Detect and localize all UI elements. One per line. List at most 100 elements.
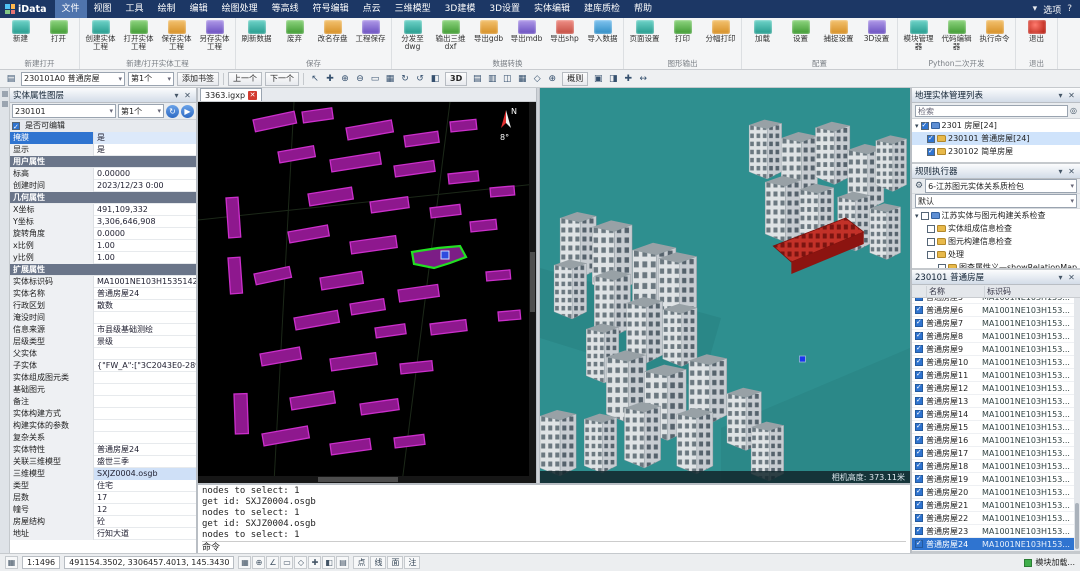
- tree-row[interactable]: ▾ 处理: [912, 248, 1080, 261]
- ribbon-button[interactable]: 3D设置: [858, 19, 895, 58]
- entity-row[interactable]: 普通房屋8 MA1001NE103H153...: [912, 330, 1080, 343]
- layer-toggle[interactable]: 线: [370, 556, 386, 569]
- ribbon-button[interactable]: 分发至dwg: [394, 19, 431, 58]
- ribbon-button[interactable]: 创建实体工程: [82, 19, 119, 58]
- code-filter-combo[interactable]: 230101▾: [12, 104, 116, 118]
- menu-item[interactable]: 文件: [55, 0, 87, 18]
- prev-button[interactable]: 上一个: [228, 72, 262, 86]
- checkbox-icon[interactable]: [915, 540, 923, 548]
- toolbar-icon[interactable]: ⊕: [545, 72, 559, 86]
- close-icon[interactable]: ✕: [248, 91, 257, 100]
- pin-icon[interactable]: ▾: [1055, 91, 1066, 100]
- entity-row[interactable]: 普通房屋23 MA1001NE103H153...: [912, 525, 1080, 538]
- checkbox-icon[interactable]: [915, 332, 923, 340]
- toolbar-icon[interactable]: ◇: [530, 72, 544, 86]
- property-row[interactable]: 备注: [10, 396, 196, 408]
- toolbar-icon[interactable]: ▦: [383, 72, 397, 86]
- ribbon-button[interactable]: 导入数据: [584, 19, 621, 58]
- checkbox-icon[interactable]: [915, 449, 923, 457]
- checkbox-icon[interactable]: [12, 122, 20, 130]
- property-row[interactable]: 父实体: [10, 348, 196, 360]
- menu-item[interactable]: 绘制: [151, 0, 183, 18]
- ribbon-button[interactable]: 代码编辑器: [938, 19, 975, 58]
- refresh-button[interactable]: ↻: [166, 105, 179, 118]
- gear-icon[interactable]: ⚙: [915, 181, 923, 191]
- close-icon[interactable]: ✕: [182, 91, 193, 100]
- toolbar-icon[interactable]: ↻: [398, 72, 412, 86]
- checkbox-icon[interactable]: [915, 371, 923, 379]
- toolbar-icon[interactable]: ⊖: [353, 72, 367, 86]
- scrollbar-thumb[interactable]: [1075, 503, 1079, 549]
- property-row[interactable]: 子实体 {"FW_A":["3C2043E0-2897-...: [10, 360, 196, 372]
- entity-list-columns[interactable]: 名称 标识码: [912, 285, 1080, 298]
- menu-item[interactable]: 建库质检: [577, 0, 627, 18]
- property-row[interactable]: 类型 住宅: [10, 480, 196, 492]
- ribbon-button[interactable]: 分幅打印: [702, 19, 739, 58]
- toolbar-icon[interactable]: ✚: [621, 72, 635, 86]
- ribbon-button[interactable]: 打开: [40, 19, 77, 58]
- menu-item[interactable]: 3D建模: [438, 0, 483, 18]
- record-index-combo[interactable]: 第1个▾: [118, 104, 164, 118]
- property-row[interactable]: 构建实体的参数: [10, 420, 196, 432]
- checkbox-icon[interactable]: [915, 397, 923, 405]
- property-row[interactable]: 三维模型 SXJZ0004.osgb: [10, 468, 196, 480]
- view-3d-button[interactable]: 3D: [445, 72, 467, 86]
- expand-arrow-icon[interactable]: ▾: [915, 122, 919, 130]
- property-row[interactable]: 层数 17: [10, 492, 196, 504]
- property-row[interactable]: 实体构建方式: [10, 408, 196, 420]
- toolbar-icon[interactable]: ↺: [413, 72, 427, 86]
- ribbon-button[interactable]: 页面设置: [626, 19, 663, 58]
- checkbox-icon[interactable]: [915, 319, 923, 327]
- toolbar-icon[interactable]: ▦: [515, 72, 529, 86]
- property-row[interactable]: 实体特性 普通房屋24: [10, 444, 196, 456]
- ribbon-button[interactable]: 输出三维dxf: [432, 19, 469, 58]
- property-row[interactable]: 几何属性: [10, 192, 196, 204]
- checkbox-icon[interactable]: [915, 501, 923, 509]
- status-icon[interactable]: ◇: [294, 556, 307, 569]
- checkbox-icon[interactable]: [927, 238, 935, 246]
- toolbar-icon[interactable]: ▭: [368, 72, 382, 86]
- close-icon[interactable]: ✕: [1066, 273, 1077, 282]
- entity-row[interactable]: 普通房屋18 MA1001NE103H153...: [912, 460, 1080, 473]
- rule-package-combo[interactable]: 6-江苏图元实体关系质检包▾: [925, 179, 1077, 193]
- ribbon-button[interactable]: 刷新数据: [238, 19, 275, 58]
- close-icon[interactable]: ✕: [1066, 167, 1077, 176]
- entity-type-combo[interactable]: 230101A0 普通房屋▾: [21, 72, 125, 86]
- status-icon[interactable]: ✚: [308, 556, 321, 569]
- checkbox-icon[interactable]: [921, 212, 929, 220]
- status-icon[interactable]: ∠: [266, 556, 279, 569]
- property-row[interactable]: 标高 0.00000: [10, 168, 196, 180]
- status-icon[interactable]: ▦: [238, 556, 251, 569]
- property-row[interactable]: 旋转角度 0.0000: [10, 228, 196, 240]
- scrollbar[interactable]: [1074, 298, 1080, 551]
- entity-row[interactable]: 普通房屋21 MA1001NE103H153...: [912, 499, 1080, 512]
- menu-item[interactable]: 3D设置: [482, 0, 527, 18]
- checkbox-icon[interactable]: [915, 462, 923, 470]
- property-row[interactable]: 实体标识码 MA1001NE103H15351422...: [10, 276, 196, 288]
- menu-item[interactable]: 点云: [356, 0, 388, 18]
- checkbox-icon[interactable]: [921, 122, 929, 130]
- checkbox-icon[interactable]: [938, 264, 946, 269]
- ribbon-button[interactable]: 捕捉设置: [820, 19, 857, 58]
- tree-row[interactable]: ▾ 230101 普通房屋[24]: [912, 132, 1080, 145]
- ribbon-button[interactable]: 另存实体工程: [196, 19, 233, 58]
- checkbox-icon[interactable]: [927, 251, 935, 259]
- entity-row[interactable]: 普通房屋11 MA1001NE103H153...: [912, 369, 1080, 382]
- property-row[interactable]: 淹没时间: [10, 312, 196, 324]
- menu-item[interactable]: 符号编辑: [306, 0, 356, 18]
- entity-index-combo[interactable]: 第1个▾: [128, 72, 174, 86]
- command-log[interactable]: nodes to select: 1get id: SXJZ0004.osgbn…: [198, 483, 910, 553]
- chevron-down-icon[interactable]: ▾: [1033, 4, 1038, 14]
- property-row[interactable]: X坐标 491,109,332: [10, 204, 196, 216]
- toolbar-icon[interactable]: ↔: [636, 72, 650, 86]
- menu-item[interactable]: 视图: [87, 0, 119, 18]
- property-row[interactable]: 用户属性: [10, 156, 196, 168]
- property-row[interactable]: 实体名称 普通房屋24: [10, 288, 196, 300]
- ribbon-button[interactable]: 模块管理器: [900, 19, 937, 58]
- pin-icon[interactable]: ▾: [1055, 167, 1066, 176]
- document-tab[interactable]: 3363.igxp ✕: [200, 88, 262, 101]
- checkbox-icon[interactable]: [915, 475, 923, 483]
- tree-row[interactable]: ▾ 图元构建信息检查: [912, 235, 1080, 248]
- checkbox-icon[interactable]: [915, 298, 923, 301]
- property-row[interactable]: 幢号 12: [10, 504, 196, 516]
